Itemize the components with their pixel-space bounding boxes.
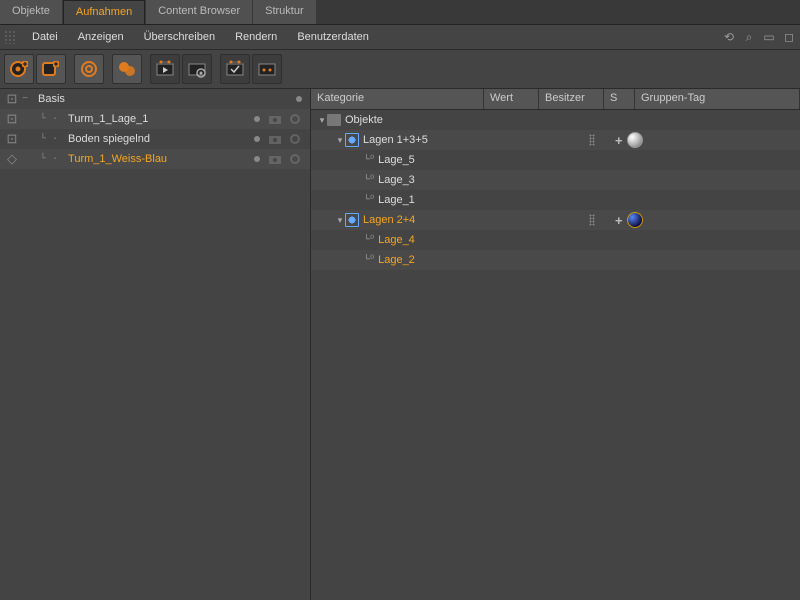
- tab-aufnahmen[interactable]: Aufnahmen: [63, 0, 145, 24]
- take-dot-icon: [254, 136, 260, 142]
- render-settings-take-button[interactable]: [182, 54, 212, 84]
- take-label: Basis: [34, 93, 69, 105]
- selector-drag-icon[interactable]: [589, 214, 595, 226]
- row-label: Lage_3: [378, 174, 415, 186]
- col-gruppen-tag[interactable]: Gruppen-Tag: [635, 89, 800, 109]
- new-take-button[interactable]: [4, 54, 34, 84]
- row-label: Lage_4: [378, 234, 415, 246]
- row-label: Lage_5: [378, 154, 415, 166]
- camera-icon[interactable]: [268, 152, 282, 166]
- menu-anzeigen[interactable]: Anzeigen: [68, 27, 134, 47]
- row-label: Objekte: [345, 114, 383, 126]
- override-row[interactable]: ▾ Objekte: [311, 110, 800, 130]
- visibility-icon[interactable]: ◇: [4, 151, 20, 167]
- visibility-icon[interactable]: ⊡: [4, 131, 20, 147]
- take-label: Turm_1_Weiss-Blau: [64, 153, 171, 165]
- search-icon[interactable]: ⌕: [742, 30, 756, 44]
- gear-icon[interactable]: [288, 132, 302, 146]
- override-row[interactable]: ▾ Lagen 1+3+5 +: [311, 130, 800, 150]
- take-icon: [345, 213, 359, 227]
- layer-icon: └⁰: [363, 154, 374, 165]
- menu-bar: DateiAnzeigenÜberschreibenRendernBenutze…: [0, 25, 800, 50]
- overrides-table: Kategorie Wert Besitzer S Gruppen-Tag ▾O…: [310, 89, 800, 600]
- material-sphere-icon[interactable]: [627, 212, 643, 228]
- layer-icon: └⁰: [363, 254, 374, 265]
- table-header: Kategorie Wert Besitzer S Gruppen-Tag: [311, 89, 800, 110]
- auto-take-button[interactable]: [74, 54, 104, 84]
- camera-icon[interactable]: [268, 112, 282, 126]
- selector-drag-icon[interactable]: [589, 134, 595, 146]
- take-label: Turm_1_Lage_1: [64, 113, 152, 125]
- layer-icon: └⁰: [363, 194, 374, 205]
- material-sphere-icon[interactable]: [627, 132, 643, 148]
- take-dot-icon: [296, 96, 302, 102]
- menu-datei[interactable]: Datei: [22, 27, 68, 47]
- take-row[interactable]: ⊡ └ · Turm_1_Lage_1: [0, 109, 310, 129]
- menu-überschreiben[interactable]: Überschreiben: [134, 27, 226, 47]
- row-label: Lagen 2+4: [363, 214, 415, 226]
- render-take-button[interactable]: [150, 54, 180, 84]
- menu-rendern[interactable]: Rendern: [225, 27, 287, 47]
- folder-icon: [327, 114, 341, 126]
- tab-bar: ObjekteAufnahmenContent BrowserStruktur: [0, 0, 800, 25]
- gear-icon[interactable]: [288, 112, 302, 126]
- take-label: Boden spiegelnd: [64, 133, 154, 145]
- take-dot-icon: [254, 116, 260, 122]
- layer-icon: └⁰: [363, 174, 374, 185]
- visibility-icon[interactable]: ⊡: [4, 91, 20, 107]
- tab-content-browser[interactable]: Content Browser: [146, 0, 252, 24]
- tab-objekte[interactable]: Objekte: [0, 0, 62, 24]
- override-row[interactable]: └⁰ Lage_4: [311, 230, 800, 250]
- row-label: Lage_1: [378, 194, 415, 206]
- camera-icon[interactable]: [268, 132, 282, 146]
- render-all-takes-button[interactable]: [252, 54, 282, 84]
- twisty-icon[interactable]: ▾: [335, 215, 345, 226]
- minimize-icon[interactable]: ▭: [762, 30, 776, 44]
- col-besitzer[interactable]: Besitzer: [539, 89, 604, 109]
- toolbar: [0, 50, 800, 89]
- add-tag-icon[interactable]: +: [615, 213, 623, 228]
- takes-tree: ⊡− Basis⊡ └ · Turm_1_Lage_1⊡ └ · Boden s…: [0, 89, 310, 600]
- maximize-icon[interactable]: ◻: [782, 30, 796, 44]
- tab-struktur[interactable]: Struktur: [253, 0, 316, 24]
- layer-icon: └⁰: [363, 234, 374, 245]
- twisty-icon[interactable]: ▾: [317, 115, 327, 126]
- new-child-take-button[interactable]: [36, 54, 66, 84]
- gear-icon[interactable]: [288, 152, 302, 166]
- override-row[interactable]: └⁰ Lage_1: [311, 190, 800, 210]
- override-button[interactable]: [112, 54, 142, 84]
- take-icon: [345, 133, 359, 147]
- grip-icon: [4, 30, 16, 44]
- row-label: Lagen 1+3+5: [363, 134, 428, 146]
- override-row[interactable]: ▾ Lagen 2+4 +: [311, 210, 800, 230]
- visibility-icon[interactable]: ⊡: [4, 111, 20, 127]
- twisty-icon[interactable]: ▾: [335, 135, 345, 146]
- override-row[interactable]: └⁰ Lage_3: [311, 170, 800, 190]
- menu-benutzerdaten[interactable]: Benutzerdaten: [287, 27, 379, 47]
- add-tag-icon[interactable]: +: [615, 133, 623, 148]
- take-row[interactable]: ⊡− Basis: [0, 89, 310, 109]
- render-marked-button[interactable]: [220, 54, 250, 84]
- col-wert[interactable]: Wert: [484, 89, 539, 109]
- take-row[interactable]: ◇ └ · Turm_1_Weiss-Blau: [0, 149, 310, 169]
- override-row[interactable]: └⁰ Lage_2: [311, 250, 800, 270]
- take-dot-icon: [254, 156, 260, 162]
- link-icon[interactable]: ⟲: [722, 30, 736, 44]
- take-row[interactable]: ⊡ └ · Boden spiegelnd: [0, 129, 310, 149]
- col-kategorie[interactable]: Kategorie: [311, 89, 484, 109]
- override-row[interactable]: └⁰ Lage_5: [311, 150, 800, 170]
- row-label: Lage_2: [378, 254, 415, 266]
- col-s[interactable]: S: [604, 89, 635, 109]
